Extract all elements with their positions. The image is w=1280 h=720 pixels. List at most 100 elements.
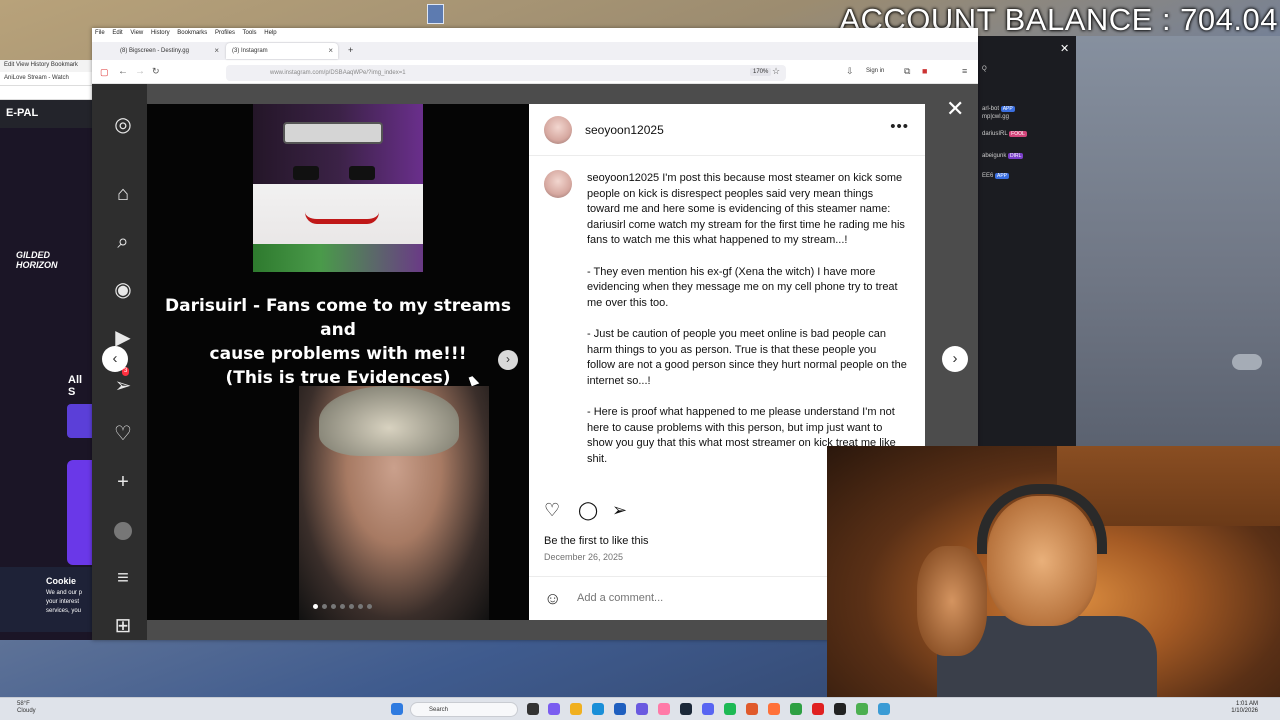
chat-username[interactable]: mp|cwl.gg bbox=[982, 114, 1009, 120]
chat-username[interactable]: arl-bot bbox=[982, 106, 999, 112]
menu-view[interactable]: View bbox=[130, 30, 143, 36]
tab-bigscreen[interactable]: (8) Bigscreen - Destiny.gg × bbox=[114, 43, 224, 59]
zoom-indicator[interactable]: 170% bbox=[750, 68, 772, 76]
messages-icon[interactable]: ➢ 3 bbox=[110, 367, 136, 399]
teams-icon[interactable] bbox=[636, 703, 648, 715]
download-icon[interactable]: ⇩ bbox=[846, 66, 854, 77]
media-next-button[interactable]: › bbox=[498, 350, 518, 370]
back-icon[interactable]: ← bbox=[118, 66, 128, 77]
background-browser-window[interactable]: Edit View History Bookmark AniLove Strea… bbox=[0, 60, 92, 640]
menu-profiles[interactable]: Profiles bbox=[215, 30, 235, 36]
carousel-next-button[interactable] bbox=[1232, 354, 1262, 370]
next-post-button[interactable]: › bbox=[942, 346, 968, 372]
app-icon-2[interactable] bbox=[790, 703, 802, 715]
firefox-view-icon[interactable]: ▢ bbox=[100, 67, 109, 78]
tab-close-icon[interactable]: × bbox=[214, 46, 219, 55]
menu-file[interactable]: File bbox=[95, 30, 105, 36]
previous-post-button[interactable]: ‹ bbox=[102, 346, 128, 372]
promo-button[interactable] bbox=[67, 404, 92, 438]
desktop-app-icon[interactable] bbox=[427, 4, 444, 24]
app-icon-4[interactable] bbox=[878, 703, 890, 715]
create-icon[interactable]: + bbox=[110, 469, 136, 495]
new-tab-button[interactable]: + bbox=[342, 43, 359, 59]
more-options-icon[interactable]: ••• bbox=[890, 118, 909, 135]
emoji-icon[interactable]: ☺ bbox=[544, 589, 561, 609]
comment-input[interactable] bbox=[577, 592, 797, 604]
promo-card[interactable] bbox=[67, 460, 92, 565]
edge-icon[interactable] bbox=[592, 703, 604, 715]
task-view-icon[interactable] bbox=[527, 703, 539, 715]
file-explorer-icon[interactable] bbox=[570, 703, 582, 715]
chat-window[interactable]: Q arl-bot APP mp|cwl.gg dariusIRL FOOL a… bbox=[978, 36, 1076, 446]
chat-search-icon[interactable]: Q bbox=[982, 66, 987, 72]
home-icon[interactable]: ⌂ bbox=[110, 181, 136, 207]
notifications-icon[interactable]: ♡ bbox=[110, 421, 136, 447]
extension-icon[interactable]: ■ bbox=[922, 66, 927, 76]
steam-icon[interactable] bbox=[680, 703, 692, 715]
firefox-icon[interactable] bbox=[768, 703, 780, 715]
post-media-carousel[interactable]: Darisuirl - Fans come to my streams and … bbox=[147, 104, 529, 620]
menu-help[interactable]: Help bbox=[264, 30, 276, 36]
search-icon[interactable]: ⌕ bbox=[110, 229, 136, 255]
menu-bookmarks[interactable]: Bookmarks bbox=[177, 30, 207, 36]
comment-icon[interactable]: ◯ bbox=[578, 500, 598, 521]
close-icon[interactable]: ✕ bbox=[1060, 42, 1069, 55]
menu-tools[interactable]: Tools bbox=[243, 30, 257, 36]
post-username[interactable]: seoyoon12025 bbox=[585, 123, 664, 137]
epal-logo[interactable]: E-PAL bbox=[0, 100, 92, 128]
start-icon[interactable] bbox=[391, 703, 403, 715]
carousel-dot bbox=[349, 604, 354, 609]
explore-icon[interactable]: ◉ bbox=[110, 277, 136, 303]
game-banner-title: GILDED HORIZON bbox=[16, 250, 58, 270]
like-heart-icon[interactable]: ♡ bbox=[544, 500, 560, 521]
background-browser-menu[interactable]: Edit View History Bookmark bbox=[0, 60, 92, 72]
profile-icon[interactable] bbox=[110, 517, 136, 543]
app-icon-3[interactable] bbox=[834, 703, 846, 715]
webcam-overlay bbox=[827, 446, 1280, 700]
tab-strip: (8) Bigscreen - Destiny.gg × (3) Instagr… bbox=[92, 42, 978, 60]
chat-username[interactable]: EE6 bbox=[982, 173, 993, 179]
forward-icon[interactable]: → bbox=[135, 66, 145, 77]
app-icon[interactable] bbox=[658, 703, 670, 715]
taskbar-clock[interactable]: 1:01 AM 1/10/2026 bbox=[1231, 701, 1258, 715]
url-bar[interactable]: www.instagram.com/p/DSBAaqWPe/?img_index… bbox=[226, 65, 786, 81]
clock-date: 1/10/2026 bbox=[1231, 708, 1258, 714]
widget-icon[interactable] bbox=[548, 703, 560, 715]
discord-icon[interactable] bbox=[702, 703, 714, 715]
menu-icon[interactable]: ≡ bbox=[110, 565, 136, 591]
tab-close-icon[interactable]: × bbox=[328, 46, 333, 55]
obs-icon[interactable] bbox=[746, 703, 758, 715]
background-browser-tab[interactable]: AniLove Stream - Watch bbox=[0, 72, 92, 86]
menu-history[interactable]: History bbox=[151, 30, 170, 36]
reload-icon[interactable]: ↻ bbox=[152, 66, 160, 77]
bookmark-star-icon[interactable]: ☆ bbox=[772, 66, 780, 77]
avatar[interactable] bbox=[544, 116, 572, 144]
carousel-dot bbox=[340, 604, 345, 609]
sign-in-button[interactable]: Sign in bbox=[866, 68, 884, 74]
cookie-banner: Cookie We and our p your interest servic… bbox=[0, 567, 92, 632]
caption-avatar[interactable] bbox=[544, 170, 572, 198]
chat-username[interactable]: abeigunk bbox=[982, 153, 1006, 159]
anime-image bbox=[253, 104, 423, 272]
post-date: December 26, 2025 bbox=[544, 552, 624, 562]
chat-username[interactable]: dariusIRL bbox=[982, 131, 1007, 137]
tab-instagram[interactable]: (3) Instagram × bbox=[226, 43, 338, 59]
extensions-icon[interactable]: ⧉ bbox=[904, 66, 910, 77]
chat-row: EE6 APP bbox=[982, 173, 1010, 179]
youtube-icon[interactable] bbox=[812, 703, 824, 715]
cookie-banner-title: Cookie bbox=[46, 576, 77, 586]
chrome-icon[interactable] bbox=[856, 703, 868, 715]
caption-username[interactable]: seoyoon12025 bbox=[587, 172, 659, 184]
weather-widget[interactable]: 58°F Cloudy bbox=[17, 701, 36, 715]
spotify-icon[interactable] bbox=[724, 703, 736, 715]
person-photo bbox=[299, 386, 489, 620]
app-menu-icon[interactable]: ≡ bbox=[962, 66, 967, 76]
taskbar-search[interactable]: Search bbox=[410, 702, 518, 717]
instagram-logo-icon[interactable]: ◎ bbox=[110, 112, 136, 138]
store-icon[interactable] bbox=[614, 703, 626, 715]
menu-edit[interactable]: Edit bbox=[112, 30, 122, 36]
chat-row: mp|cwl.gg bbox=[982, 114, 1009, 120]
modal-close-icon[interactable]: ✕ bbox=[946, 96, 964, 122]
share-icon[interactable]: ➢ bbox=[612, 500, 627, 521]
apps-icon[interactable]: ⊞ bbox=[110, 613, 136, 639]
